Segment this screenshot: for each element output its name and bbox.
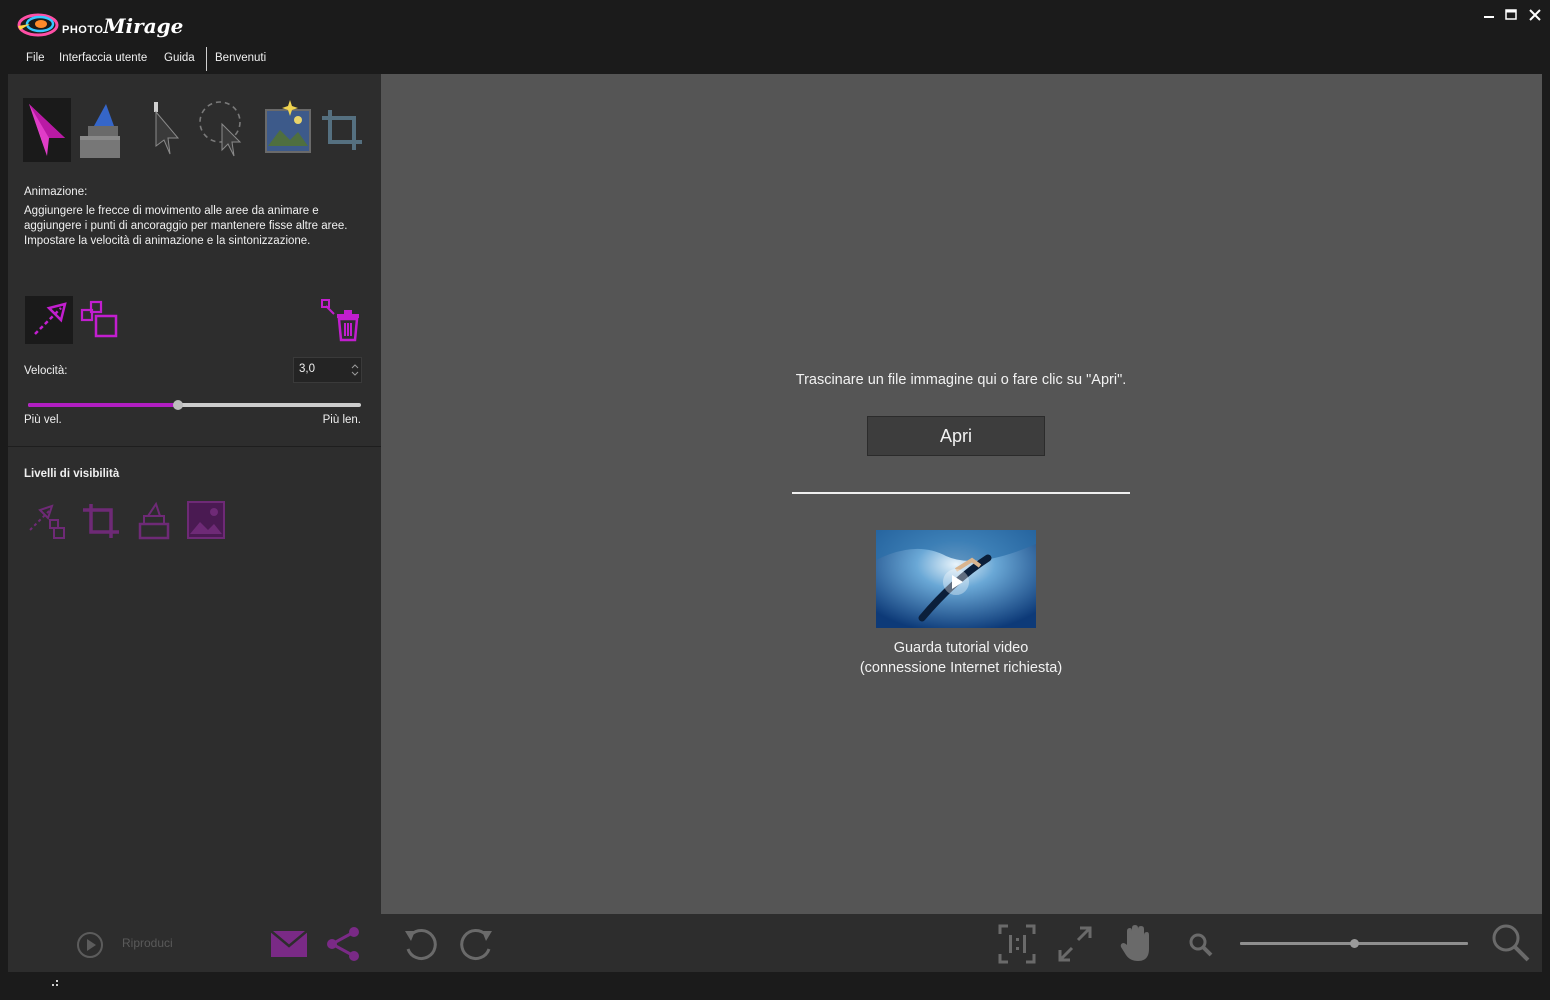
play-label[interactable]: Riproduci <box>122 936 173 950</box>
tutorial-video-label: Guarda tutorial video (connessione Inter… <box>761 638 1161 678</box>
maximize-button[interactable] <box>1500 6 1522 24</box>
visibility-motion-toggle[interactable] <box>26 500 66 540</box>
minimize-button[interactable] <box>1478 6 1500 24</box>
left-panel: Animazione: Aggiungere le frecce di movi… <box>8 74 381 914</box>
canvas-divider <box>792 492 1130 494</box>
zoom-slider[interactable] <box>1240 939 1468 948</box>
photomirage-logo-icon <box>17 13 59 37</box>
open-button[interactable]: Apri <box>867 416 1045 456</box>
visibility-crop-toggle[interactable] <box>81 500 121 540</box>
status-bar <box>0 972 1550 1000</box>
mask-visibility-icon <box>138 501 170 540</box>
tool-mask[interactable] <box>76 98 124 162</box>
delete-points-button[interactable] <box>318 298 366 346</box>
anchor-point-button[interactable] <box>78 296 126 344</box>
tutorial-video-thumbnail[interactable] <box>876 530 1036 628</box>
video-label-line1: Guarda tutorial video <box>893 640 1029 656</box>
resize-grip-icon[interactable] <box>48 978 60 990</box>
speed-max-label: Più len. <box>322 414 361 426</box>
speed-spinbox[interactable]: 3,0 <box>293 357 362 383</box>
tool-enhance[interactable] <box>264 98 312 162</box>
fit-screen-icon[interactable] <box>1056 924 1094 964</box>
menu-separator <box>206 47 207 71</box>
spin-arrows-icon[interactable] <box>350 362 360 378</box>
tool-crop[interactable] <box>318 98 366 162</box>
panel-divider <box>8 446 381 447</box>
minimize-icon <box>1484 16 1494 18</box>
tool-description-text: Aggiungere le frecce di movimento alle a… <box>24 205 348 247</box>
pointer-icon <box>154 102 180 155</box>
motion-arrow-icon <box>34 302 67 335</box>
mask-marker-icon <box>80 104 120 158</box>
speed-slider-fill <box>28 403 178 407</box>
speed-label: Velocità: <box>24 365 68 377</box>
menu-interfaccia-utente[interactable]: Interfaccia utente <box>59 52 147 64</box>
title-bar: PHOTOMirage <box>0 0 1550 45</box>
delete-trash-icon <box>321 299 359 342</box>
zoom-slider-thumb[interactable] <box>1350 939 1359 948</box>
crop-visibility-icon <box>83 504 119 538</box>
tool-lasso[interactable] <box>196 98 244 162</box>
speed-value: 3,0 <box>299 363 315 375</box>
video-label-line2: (connessione Internet richiesta) <box>859 660 1063 676</box>
maximize-icon <box>1505 9 1517 20</box>
image-visibility-icon <box>187 501 225 539</box>
lasso-icon <box>199 101 242 157</box>
menu-guida[interactable]: Guida <box>164 52 195 64</box>
menu-file[interactable]: File <box>26 52 45 64</box>
zoom-in-icon[interactable] <box>1491 923 1531 963</box>
pan-hand-icon[interactable] <box>1118 923 1152 963</box>
zoom-out-icon[interactable] <box>1188 932 1214 958</box>
brand-photo: PHOTO <box>62 24 104 36</box>
animation-arrow-icon <box>29 104 65 156</box>
bottom-toolbar: Riproduci <box>8 914 1542 972</box>
motion-arrow-button[interactable] <box>25 296 73 344</box>
speed-slider-thumb[interactable] <box>172 400 183 410</box>
close-button[interactable] <box>1524 6 1546 24</box>
app-brand: PHOTOMirage <box>62 14 183 38</box>
play-icon[interactable] <box>75 930 105 960</box>
motion-visibility-icon <box>29 504 65 539</box>
undo-icon[interactable] <box>401 925 439 963</box>
visibility-image-toggle[interactable] <box>186 500 226 540</box>
redo-icon[interactable] <box>458 925 496 963</box>
share-icon[interactable] <box>324 925 362 963</box>
anchor-points-icon <box>80 300 118 338</box>
image-canvas[interactable]: Trascinare un file immagine qui o fare c… <box>381 74 1542 914</box>
crop-icon <box>322 110 362 150</box>
tool-description-title: Animazione: <box>24 186 88 198</box>
visibility-mask-toggle[interactable] <box>134 500 174 540</box>
visibility-layers-title: Livelli di visibilità <box>24 468 120 480</box>
speed-slider[interactable] <box>28 400 361 410</box>
tool-animation[interactable] <box>23 98 71 162</box>
surfer-video-image <box>876 530 1036 628</box>
actual-size-icon[interactable] <box>998 924 1036 964</box>
close-icon <box>1529 9 1541 21</box>
speed-min-label: Più vel. <box>24 414 62 426</box>
menu-benvenuti[interactable]: Benvenuti <box>215 52 266 64</box>
brand-mirage: Mirage <box>103 14 184 38</box>
drop-instructions: Trascinare un file immagine qui o fare c… <box>795 372 1127 388</box>
email-icon[interactable] <box>270 928 308 960</box>
tool-selection[interactable] <box>144 98 192 162</box>
image-enhance-icon <box>265 100 311 153</box>
